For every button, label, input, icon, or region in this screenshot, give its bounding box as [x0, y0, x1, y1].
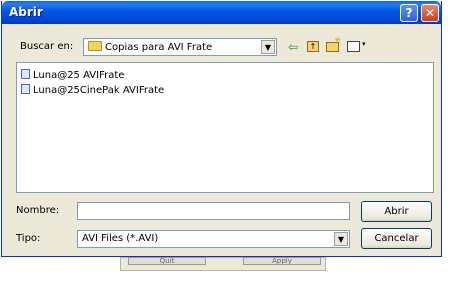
chevron-down-icon[interactable]: ▼ [261, 40, 275, 54]
file-name: Luna@25 AVIFrate [33, 70, 125, 81]
list-item[interactable]: Luna@25CinePak AVIFrate [21, 84, 164, 96]
folder-icon [88, 41, 102, 51]
title-bar[interactable]: Abrir ? ✕ [2, 1, 441, 24]
views-dropdown-arrow-icon[interactable]: ▾ [362, 40, 366, 48]
video-file-icon [21, 69, 30, 79]
window-title: Abrir [9, 5, 43, 19]
filetype-value: AVI Files (*.AVI) [82, 233, 159, 244]
lookin-dropdown[interactable]: Copias para AVI Frate ▼ [83, 38, 277, 56]
up-one-level-icon[interactable]: ↑ [307, 41, 319, 52]
file-list[interactable]: Luna@25 AVIFrate Luna@25CinePak AVIFrate [16, 62, 434, 193]
open-dialog: Abrir ? ✕ Buscar en: Copias para AVI Fra… [1, 1, 442, 257]
open-button[interactable]: Abrir [361, 201, 432, 222]
cancel-button[interactable]: Cancelar [361, 228, 432, 249]
list-item[interactable]: Luna@25 AVIFrate [21, 69, 124, 81]
back-arrow-icon[interactable]: ⇦ [288, 40, 298, 54]
lookin-label: Buscar en: [20, 41, 74, 52]
filetype-dropdown[interactable]: AVI Files (*.AVI) ▼ [77, 230, 350, 248]
close-button[interactable]: ✕ [421, 4, 439, 22]
filename-input[interactable] [77, 202, 350, 220]
file-name: Luna@25CinePak AVIFrate [33, 85, 165, 96]
filetype-label: Tipo: [16, 233, 41, 244]
background-apply-button[interactable]: Apply [243, 257, 321, 265]
background-quit-button[interactable]: Quit [128, 257, 206, 265]
views-menu-icon[interactable] [347, 41, 360, 52]
video-file-icon [21, 84, 30, 94]
filename-label: Nombre: [16, 205, 60, 216]
lookin-folder-name: Copias para AVI Frate [105, 42, 213, 53]
background-window: Quit Apply [120, 257, 326, 271]
chevron-down-icon[interactable]: ▼ [334, 232, 348, 246]
lookin-value: Copias para AVI Frate [88, 41, 212, 53]
new-folder-star-icon: ✳ [334, 36, 342, 46]
help-button[interactable]: ? [400, 4, 418, 22]
